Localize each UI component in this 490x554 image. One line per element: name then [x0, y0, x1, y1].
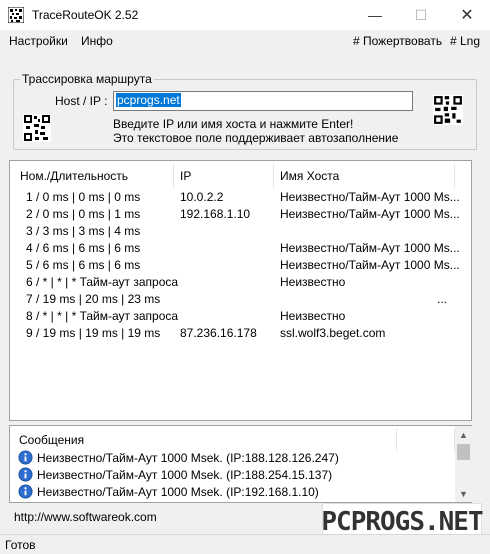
- status-bar: Готов: [0, 534, 490, 554]
- host-input-value: pcprogs.net: [116, 93, 181, 107]
- menu-settings[interactable]: Настройки: [9, 34, 68, 48]
- hop-cell: 3 / 3 ms | 3 ms | 4 ms: [26, 224, 141, 238]
- menu-donate[interactable]: # Пожертвовать: [353, 34, 442, 48]
- table-row[interactable]: 7 / 19 ms | 20 ms | 23 ms ...: [10, 291, 471, 308]
- website-link[interactable]: http://www.softwareok.com: [14, 510, 157, 524]
- ip-cell: 87.236.16.178: [180, 326, 257, 340]
- route-table[interactable]: Ном./Длительность IP Имя Хоста 1 / 0 ms …: [9, 160, 472, 421]
- hop-cell: 9 / 19 ms | 19 ms | 19 ms: [26, 326, 161, 340]
- host-cell: ssl.wolf3.beget.com: [280, 326, 386, 340]
- qr-code-left-icon[interactable]: [23, 114, 51, 142]
- scroll-thumb[interactable]: [457, 444, 470, 460]
- host-input[interactable]: pcprogs.net: [113, 91, 413, 111]
- column-header-ip[interactable]: IP: [180, 169, 191, 183]
- hop-cell: 7 / 19 ms | 20 ms | 23 ms: [26, 292, 161, 306]
- hint-enter: Введите IP или имя хоста и нажмите Enter…: [113, 117, 354, 131]
- column-divider[interactable]: [454, 164, 455, 188]
- messages-scrollbar[interactable]: ▲ ▼: [455, 426, 472, 502]
- minimize-button[interactable]: —: [352, 0, 398, 30]
- table-row[interactable]: 5 / 6 ms | 6 ms | 6 ms Неизвестно/Тайм-А…: [10, 257, 471, 274]
- column-header-hop[interactable]: Ном./Длительность: [20, 169, 128, 183]
- message-text: Неизвестно/Тайм-Аут 1000 Msek. (IP:192.1…: [37, 485, 319, 499]
- messages-list[interactable]: Сообщения Неизвестно/Тайм-Аут 1000 Msek.…: [9, 425, 472, 503]
- host-cell: Неизвестно/Тайм-Аут 1000 Ms...: [280, 258, 460, 272]
- messages-title[interactable]: Сообщения: [19, 433, 84, 447]
- route-rows: 1 / 0 ms | 0 ms | 0 ms 10.0.2.2 Неизвест…: [10, 189, 471, 342]
- host-cell: Неизвестно/Тайм-Аут 1000 Ms...: [280, 190, 460, 204]
- menu-info[interactable]: Инфо: [81, 34, 113, 48]
- table-row[interactable]: 8 / * | * | * Тайм-аут запроса Неизвестн…: [10, 308, 471, 325]
- table-row[interactable]: 3 / 3 ms | 3 ms | 4 ms: [10, 223, 471, 240]
- close-button[interactable]: ✕: [444, 0, 490, 30]
- hop-cell: 5 / 6 ms | 6 ms | 6 ms: [26, 258, 141, 272]
- app-icon: [8, 7, 24, 23]
- table-row[interactable]: 6 / * | * | * Тайм-аут запроса Неизвестн…: [10, 274, 471, 291]
- host-cell: Неизвестно/Тайм-Аут 1000 Ms...: [280, 241, 460, 255]
- info-icon: [18, 484, 33, 499]
- scroll-down-arrow-icon[interactable]: ▼: [455, 485, 472, 502]
- hop-cell: 1 / 0 ms | 0 ms | 0 ms: [26, 190, 141, 204]
- host-label: Host / IP :: [55, 94, 108, 108]
- menu-bar: Настройки Инфо # Пожертвовать # Lng: [0, 30, 490, 52]
- column-header-host[interactable]: Имя Хоста: [280, 169, 339, 183]
- message-text: Неизвестно/Тайм-Аут 1000 Msek. (IP:188.1…: [37, 451, 339, 465]
- info-icon: [18, 467, 33, 482]
- host-cell: Неизвестно: [280, 309, 346, 323]
- ip-cell: 10.0.2.2: [180, 190, 224, 204]
- maximize-button[interactable]: ☐: [398, 0, 444, 30]
- table-row[interactable]: 9 / 19 ms | 19 ms | 19 ms 87.236.16.178 …: [10, 325, 471, 342]
- host-cell: Неизвестно/Тайм-Аут 1000 Ms...: [280, 207, 460, 221]
- table-row[interactable]: 2 / 0 ms | 0 ms | 1 ms 192.168.1.10 Неиз…: [10, 206, 471, 223]
- menu-language[interactable]: # Lng: [450, 34, 480, 48]
- table-row[interactable]: 1 / 0 ms | 0 ms | 0 ms 10.0.2.2 Неизвест…: [10, 189, 471, 206]
- title-bar: TraceRouteOK 2.52 — ☐ ✕: [0, 0, 490, 30]
- host-cell: Неизвестно: [280, 275, 346, 289]
- table-row[interactable]: 4 / 6 ms | 6 ms | 6 ms Неизвестно/Тайм-А…: [10, 240, 471, 257]
- window-title: TraceRouteOK 2.52: [32, 8, 139, 22]
- column-divider[interactable]: [396, 429, 397, 451]
- column-divider[interactable]: [273, 164, 274, 188]
- hint-autocomplete: Это текстовое поле поддерживает автозапо…: [113, 131, 399, 145]
- hop-cell: 2 / 0 ms | 0 ms | 1 ms: [26, 207, 141, 221]
- trace-group-title: Трассировка маршрута: [20, 72, 154, 86]
- column-divider[interactable]: [173, 164, 174, 188]
- hop-cell: 4 / 6 ms | 6 ms | 6 ms: [26, 241, 141, 255]
- message-text: Неизвестно/Тайм-Аут 1000 Msek. (IP:188.2…: [37, 468, 333, 482]
- info-icon: [18, 450, 33, 465]
- qr-code-right-icon[interactable]: [433, 95, 463, 125]
- status-text: Готов: [5, 538, 36, 552]
- host-cell: ...: [437, 292, 448, 306]
- hop-cell: 6 / * | * | * Тайм-аут запроса: [26, 275, 179, 289]
- hop-cell: 8 / * | * | * Тайм-аут запроса: [26, 309, 179, 323]
- ip-cell: 192.168.1.10: [180, 207, 251, 221]
- scroll-up-arrow-icon[interactable]: ▲: [455, 426, 472, 443]
